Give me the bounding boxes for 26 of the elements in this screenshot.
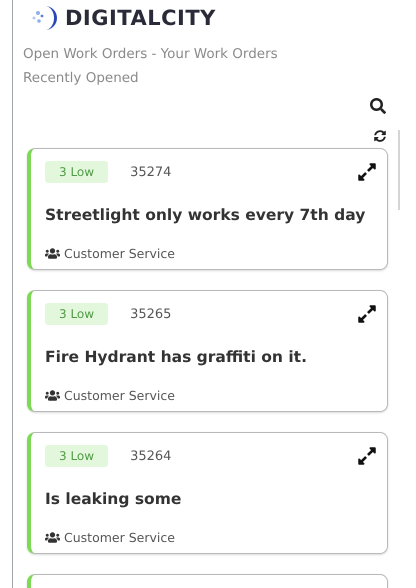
order-summary: Streetlight only works every 7th day: [45, 206, 366, 224]
people-icon: [45, 246, 60, 261]
work-order-card[interactable]: 3 Low 35274 Streetlight only works every 7th day Customer Service: [27, 148, 388, 270]
people-icon: [45, 530, 60, 545]
people-icon: [45, 388, 60, 403]
team-name: Customer Service: [64, 530, 175, 545]
priority-badge: 3 Low: [45, 445, 108, 467]
brand-name: DIGITALCITY: [65, 6, 216, 30]
work-order-card[interactable]: 3 Low 35265 Fire Hydrant has graffiti on it. Customer Service: [27, 290, 388, 412]
refresh-button[interactable]: [374, 130, 386, 142]
team-name: Customer Service: [64, 388, 175, 403]
search-button[interactable]: [370, 98, 386, 114]
page-subtitle: Recently Opened: [23, 69, 140, 88]
page-title: Open Work Orders - Your Work Orders: [23, 45, 279, 64]
expand-button[interactable]: [357, 162, 377, 182]
order-number: 35264: [130, 448, 172, 464]
expand-button[interactable]: [357, 304, 377, 324]
expand-button[interactable]: [357, 446, 377, 466]
team-name: Customer Service: [64, 246, 175, 261]
order-summary: Fire Hydrant has graffiti on it.: [45, 348, 308, 366]
order-number: 35274: [130, 164, 172, 180]
priority-badge: 3 Low: [45, 303, 108, 325]
order-number: 35265: [130, 306, 172, 322]
priority-badge: 3 Low: [45, 161, 108, 183]
work-order-card[interactable]: 3 Low 35264 Is leaking some Customer Service: [27, 432, 388, 554]
order-summary: Is leaking some: [45, 490, 182, 508]
